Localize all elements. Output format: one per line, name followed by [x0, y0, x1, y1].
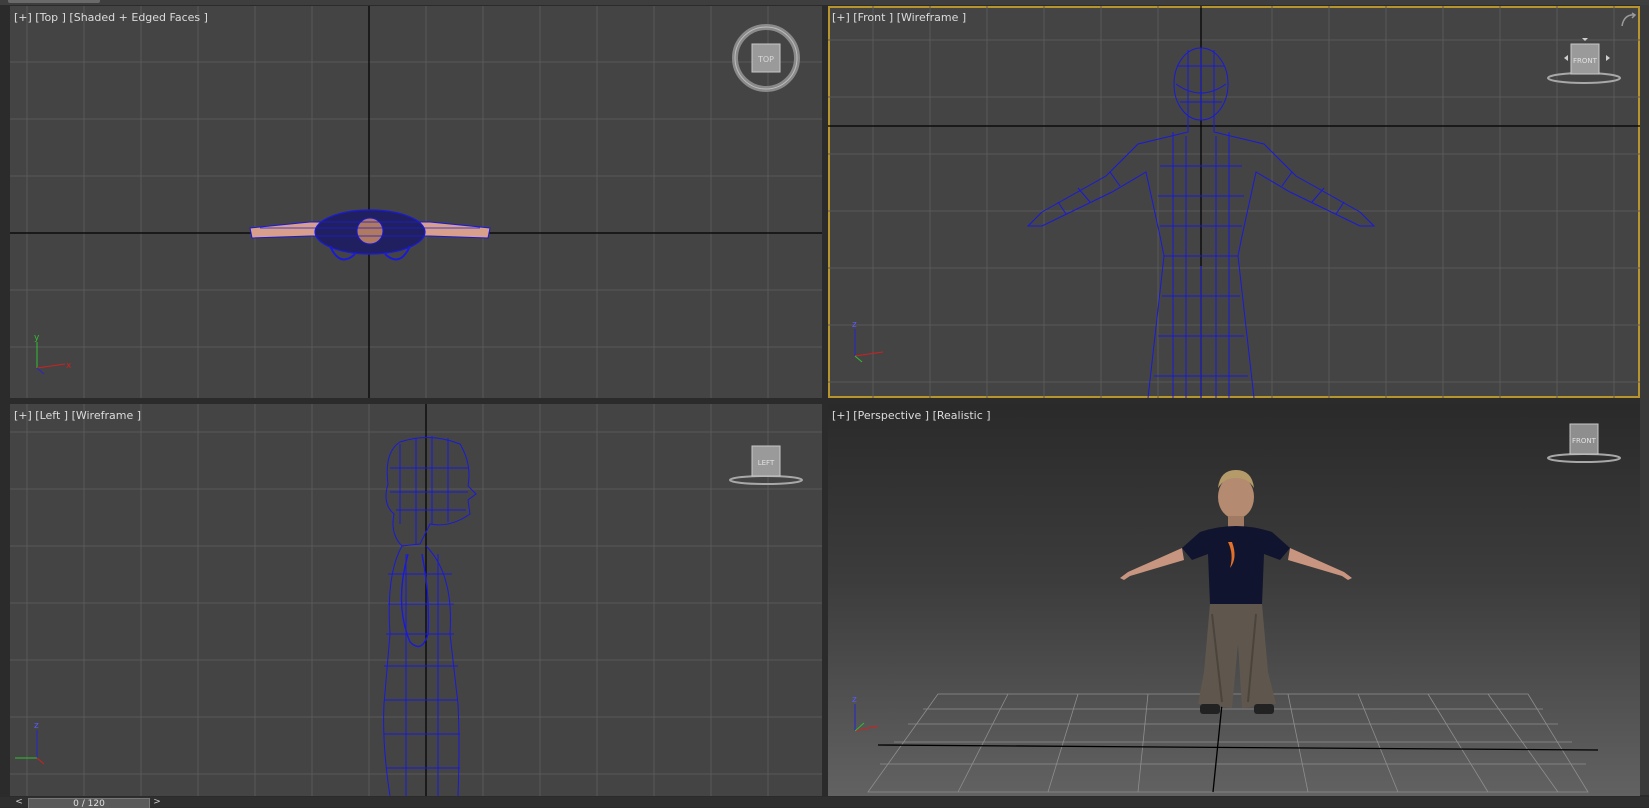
perspective-grid [867, 693, 1589, 793]
svg-text:z: z [852, 695, 857, 705]
viewport-label-perspective[interactable]: [+] [Perspective ] [Realistic ] [832, 409, 991, 422]
navcube-left-label: LEFT [758, 459, 775, 467]
axis-tripod-top: y x [34, 333, 72, 375]
viewport-label-left[interactable]: [+] [Left ] [Wireframe ] [14, 409, 141, 422]
axis-tripod-perspective: z [852, 695, 879, 732]
character-top-view [249, 209, 491, 261]
view-cube-front[interactable]: FRONT [1544, 34, 1624, 90]
character-realistic [1120, 470, 1352, 714]
viewport-label-top[interactable]: [+] [Top ] [Shaded + Edged Faces ] [14, 11, 208, 24]
svg-text:x: x [66, 361, 72, 371]
front-viewport-scene: z [828, 6, 1640, 398]
viewport-left[interactable]: z [+] [Left ] [Wireframe ] LEFT [10, 404, 822, 796]
svg-text:z: z [34, 721, 39, 731]
time-slider-bar[interactable]: < 0 / 120 > [0, 797, 1649, 808]
viewport-label-front[interactable]: [+] [Front ] [Wireframe ] [832, 11, 966, 24]
navcube-perspective-label: FRONT [1572, 437, 1597, 445]
left-viewport-scene: z [10, 404, 822, 796]
view-cube-left[interactable]: LEFT [726, 440, 806, 496]
prev-frame-button[interactable]: < [12, 797, 26, 807]
svg-text:z: z [852, 320, 857, 330]
right-edge-strip [1640, 5, 1649, 795]
tab-stub[interactable] [8, 0, 100, 3]
view-cube-perspective[interactable]: FRONT [1544, 418, 1624, 474]
view-compass-top[interactable]: TOP [730, 22, 802, 94]
navcube-front-label: FRONT [1573, 57, 1598, 65]
next-frame-button[interactable]: > [150, 797, 164, 807]
character-side-wireframe [383, 436, 477, 796]
perspective-viewport-scene: z [852, 470, 1599, 793]
axis-tripod-front: z [852, 320, 884, 363]
svg-text:y: y [34, 333, 40, 343]
viewport-front[interactable]: z [+] [Front ] [Wireframe ] FRONT [828, 6, 1640, 398]
viewport-top[interactable]: y x [+] [Top ] [Shaded + Edged Faces ] T… [10, 6, 822, 398]
navcube-top-label: TOP [757, 55, 774, 64]
top-toolbar-strip [0, 0, 1649, 5]
top-viewport-scene: y x [10, 6, 822, 398]
viewport-perspective[interactable]: z [+] [Perspective ] [Realistic ] FRONT [828, 404, 1640, 796]
home-icon[interactable] [1620, 12, 1638, 30]
axis-tripod-left: z [15, 721, 45, 765]
